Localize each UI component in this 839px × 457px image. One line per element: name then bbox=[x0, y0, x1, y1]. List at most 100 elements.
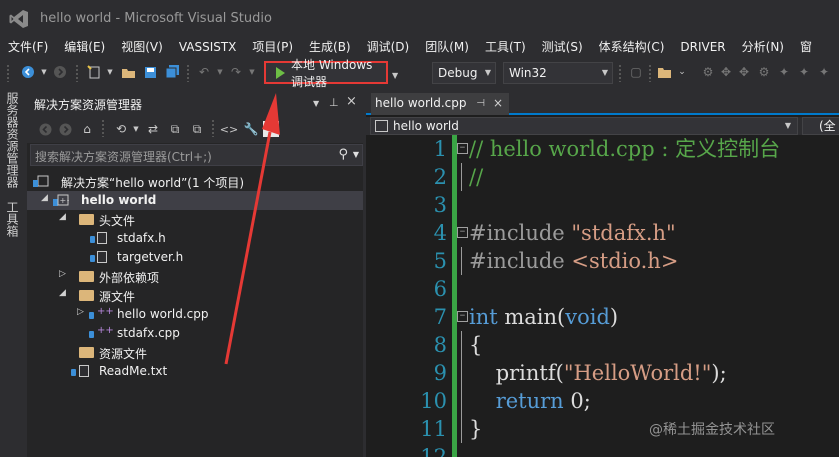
toolbar-grip[interactable] bbox=[618, 64, 622, 82]
menu-project[interactable]: 项目(P) bbox=[244, 37, 301, 57]
configuration-combo[interactable]: Debug ▼ bbox=[432, 62, 496, 84]
fold-toggle-icon[interactable]: − bbox=[457, 227, 468, 238]
menu-edit[interactable]: 编辑(E) bbox=[56, 37, 113, 57]
collapsed-icon[interactable]: ▷ bbox=[59, 269, 69, 279]
dropdown-icon[interactable]: ▼ bbox=[313, 99, 319, 108]
menu-test[interactable]: 测试(S) bbox=[534, 37, 591, 57]
find-icon[interactable]: ▢ bbox=[628, 64, 644, 80]
forward-icon[interactable] bbox=[52, 64, 68, 80]
solution-explorer-search[interactable]: 搜索解决方案资源管理器(Ctrl+;) ⚲ ▼ bbox=[30, 144, 363, 166]
undo-dropdown-icon[interactable]: ▼ bbox=[212, 64, 228, 80]
search-options-icon[interactable]: ▼ bbox=[353, 150, 359, 159]
debug-location-icon[interactable]: ⚙ bbox=[700, 64, 716, 80]
pin-icon[interactable]: ⊣ bbox=[476, 93, 485, 114]
code-line[interactable]: 3 bbox=[366, 191, 839, 219]
server-explorer-tab[interactable]: 服务器资源管理器 bbox=[4, 92, 19, 188]
fold-toggle-icon[interactable]: − bbox=[457, 143, 468, 154]
expanded-icon[interactable]: ◢ bbox=[41, 193, 51, 203]
code-line[interactable]: 4− #include "stdafx.h" bbox=[366, 219, 839, 247]
step-over-icon[interactable]: ✥ bbox=[736, 64, 752, 80]
close-icon[interactable]: × bbox=[493, 93, 503, 114]
code-line[interactable]: 9 printf("HelloWorld!"); bbox=[366, 359, 839, 387]
menu-debug[interactable]: 调试(D) bbox=[359, 37, 418, 57]
toolbar-grip[interactable] bbox=[648, 64, 652, 82]
menu-vassistx[interactable]: VASSISTX bbox=[171, 37, 245, 57]
toolbox-tab[interactable]: 工具箱 bbox=[4, 201, 19, 237]
toolbar-overflow-icon[interactable]: ⌄ bbox=[674, 64, 690, 80]
menu-view[interactable]: 视图(V) bbox=[113, 37, 171, 57]
menu-file[interactable]: 文件(F) bbox=[0, 37, 56, 57]
step-out-icon[interactable]: ⚙ bbox=[756, 64, 772, 80]
tab-hello-world-cpp[interactable]: hello world.cpp ⊣ × bbox=[371, 93, 509, 115]
home-icon[interactable]: ⌂ bbox=[79, 121, 95, 137]
bookmark-icon[interactable]: ✦ bbox=[776, 64, 792, 80]
back-icon[interactable] bbox=[37, 121, 53, 137]
redo-dropdown-icon[interactable]: ▼ bbox=[244, 64, 260, 80]
code-line[interactable]: 6 bbox=[366, 275, 839, 303]
toolbar-grip[interactable] bbox=[6, 64, 10, 82]
tree-item-solution[interactable]: 解决方案“hello world”(1 个项目) bbox=[27, 172, 363, 191]
tree-item-file[interactable]: stdafx.h bbox=[27, 229, 363, 248]
solution-explorer-icon[interactable] bbox=[656, 64, 672, 80]
redo-icon[interactable]: ↷ bbox=[228, 64, 244, 80]
new-project-icon[interactable] bbox=[86, 64, 102, 80]
step-icon[interactable]: ✥ bbox=[718, 64, 734, 80]
view-code-icon[interactable]: <> bbox=[220, 121, 238, 137]
code-line[interactable]: 12 bbox=[366, 443, 839, 457]
tree-item-folder[interactable]: ◢ 源文件 bbox=[27, 286, 363, 305]
tree-item-file[interactable]: ▷ ++ hello world.cpp bbox=[27, 305, 363, 324]
bookmark-next-icon[interactable]: ✦ bbox=[796, 64, 812, 80]
expanded-icon[interactable]: ◢ bbox=[59, 288, 69, 298]
back-dropdown-icon[interactable]: ▼ bbox=[36, 64, 52, 80]
scope-dropdown[interactable]: hello world ▼ bbox=[370, 117, 798, 135]
toolbar-grip[interactable] bbox=[75, 64, 79, 82]
tree-item-folder[interactable]: ◢ 头文件 bbox=[27, 210, 363, 229]
tree-item-project[interactable]: ◢ ++ hello world bbox=[27, 191, 363, 210]
open-icon[interactable] bbox=[120, 64, 136, 80]
save-all-icon[interactable] bbox=[164, 64, 180, 80]
close-icon[interactable]: × bbox=[346, 94, 357, 109]
sync-icon[interactable]: ⇄ bbox=[145, 121, 161, 137]
menu-team[interactable]: 团队(M) bbox=[417, 37, 477, 57]
tree-item-file[interactable]: ReadMe.txt bbox=[27, 362, 363, 381]
preview-selected-icon[interactable]: ━ bbox=[263, 121, 279, 137]
undo-icon[interactable]: ↶ bbox=[196, 64, 212, 80]
menu-tools[interactable]: 工具(T) bbox=[477, 37, 534, 57]
debug-target-dropdown-icon[interactable]: ▼ bbox=[392, 71, 398, 80]
tree-item-folder[interactable]: 资源文件 bbox=[27, 343, 363, 362]
expanded-icon[interactable]: ◢ bbox=[59, 212, 69, 222]
code-line[interactable]: 2 // bbox=[366, 163, 839, 191]
save-icon[interactable] bbox=[142, 64, 158, 80]
platform-combo[interactable]: Win32 ▼ bbox=[503, 62, 613, 84]
menu-build[interactable]: 生成(B) bbox=[301, 37, 359, 57]
code-line[interactable]: 8{ bbox=[366, 331, 839, 359]
toolbar-grip[interactable] bbox=[186, 64, 190, 82]
fold-toggle-icon[interactable]: − bbox=[457, 311, 468, 322]
show-all-files-icon[interactable]: ⧉ bbox=[189, 121, 205, 137]
tree-item-file[interactable]: targetver.h bbox=[27, 248, 363, 267]
code-area[interactable]: 1−// hello world.cpp : 定义控制台 2//3 4− #inclu… bbox=[366, 135, 839, 457]
menu-analyze[interactable]: 分析(N) bbox=[734, 37, 792, 57]
history-dropdown-icon[interactable]: ▼ bbox=[128, 121, 144, 137]
collapse-all-icon[interactable]: ⧉ bbox=[167, 121, 183, 137]
menu-architecture[interactable]: 体系结构(C) bbox=[591, 37, 673, 57]
menu-driver[interactable]: DRIVER bbox=[672, 37, 733, 57]
pin-icon[interactable]: ⊥ bbox=[329, 96, 339, 109]
code-line[interactable]: 10 return 0; bbox=[366, 387, 839, 415]
properties-icon[interactable]: 🔧 bbox=[243, 121, 259, 137]
tree-item-file[interactable]: ++ stdafx.cpp bbox=[27, 324, 363, 343]
code-line[interactable]: 5 #include <stdio.h> bbox=[366, 247, 839, 275]
collapsed-icon[interactable]: ▷ bbox=[77, 307, 87, 317]
start-debugging-button[interactable]: 本地 Windows 调试器 bbox=[264, 58, 388, 89]
code-line[interactable]: 7− int main(void) bbox=[366, 303, 839, 331]
menu-window[interactable]: 窗 bbox=[792, 37, 820, 57]
history-icon[interactable]: ⟲ bbox=[113, 121, 129, 137]
bookmark-prev-icon[interactable]: ✦ bbox=[816, 64, 832, 80]
back-icon[interactable] bbox=[20, 64, 36, 80]
member-dropdown[interactable]: (全局 bbox=[802, 117, 839, 135]
search-icon[interactable]: ⚲ bbox=[338, 147, 348, 162]
code-line[interactable]: 1−// hello world.cpp : 定义控制台 bbox=[366, 135, 839, 163]
new-dropdown-icon[interactable]: ▼ bbox=[102, 64, 118, 80]
forward-icon[interactable] bbox=[57, 121, 73, 137]
tree-item-folder[interactable]: ▷ 外部依赖项 bbox=[27, 267, 363, 286]
